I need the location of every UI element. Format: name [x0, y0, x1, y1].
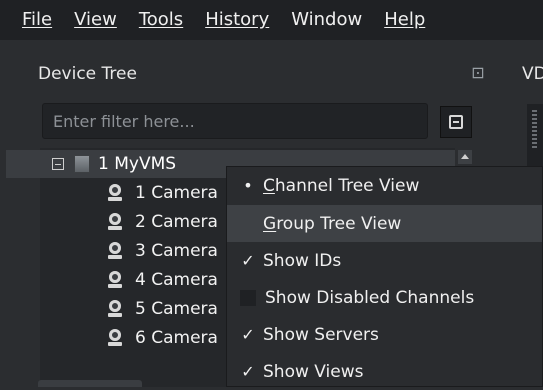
camera-icon [107, 242, 123, 260]
splitter-grip-icon[interactable] [532, 110, 537, 150]
menu-file-label: File [22, 9, 53, 30]
menu-history[interactable]: History [205, 0, 277, 40]
menu-bar: File View Tools History Window Help [0, 0, 543, 40]
tree-root-label: 1 MyVMS [98, 154, 177, 174]
menu-item-label: Show Servers [263, 324, 379, 345]
checkmark-icon: ✓ [241, 325, 255, 344]
camera-label: 2 Camera [135, 212, 218, 232]
camera-icon [107, 300, 123, 318]
menu-item-label: Show Disabled Channels [265, 287, 475, 308]
camera-label: 5 Camera [135, 299, 218, 319]
camera-label: 6 Camera [135, 328, 218, 348]
menu-item-show-disabled-channels[interactable]: Show Disabled Channels [227, 279, 542, 316]
menu-item-show-ids[interactable]: ✓ Show IDs [227, 242, 542, 279]
camera-icon [107, 184, 123, 202]
menu-view-label: View [74, 9, 117, 30]
bottom-tab[interactable] [38, 380, 142, 387]
menu-item-label: Show Views [263, 361, 364, 382]
scroll-up-icon[interactable] [458, 150, 472, 164]
menu-help-label: Help [384, 9, 426, 30]
next-panel-title: VD [522, 64, 543, 84]
server-icon [74, 155, 90, 173]
menu-item-label: Show IDs [263, 250, 342, 271]
menu-window[interactable]: Window [291, 0, 370, 40]
menu-view[interactable]: View [74, 0, 125, 40]
menu-item-show-servers[interactable]: ✓ Show Servers [227, 316, 542, 353]
menu-item-group-tree-view[interactable]: Group Tree View [227, 205, 542, 242]
menu-item-label: Group Tree View [263, 213, 402, 234]
unchecked-box-icon [240, 289, 256, 306]
camera-icon [107, 329, 123, 347]
camera-label: 1 Camera [135, 183, 218, 203]
checkmark-icon: ✓ [241, 251, 255, 270]
menu-tools[interactable]: Tools [139, 0, 191, 40]
camera-label: 3 Camera [135, 241, 218, 261]
menu-item-show-views[interactable]: ✓ Show Views [227, 353, 542, 390]
collapse-icon [449, 115, 463, 129]
camera-icon [107, 271, 123, 289]
menu-item-channel-tree-view[interactable]: • Channel Tree View [227, 167, 542, 204]
panel-menu-icon[interactable]: ⊡ [469, 64, 487, 82]
camera-icon [107, 213, 123, 231]
tree-context-menu: • Channel Tree View Group Tree View ✓ Sh… [226, 166, 543, 387]
collapse-node-icon[interactable] [52, 158, 64, 170]
menu-tools-label: Tools [138, 9, 184, 30]
collapse-all-button[interactable] [440, 106, 472, 138]
filter-input[interactable] [42, 103, 428, 139]
menu-history-label: History [205, 9, 270, 30]
panel-title: Device Tree [38, 64, 137, 84]
menu-window-label: Window [291, 9, 363, 30]
menu-item-label-rest: hannel Tree View [274, 175, 420, 196]
menu-help[interactable]: Help [384, 0, 433, 40]
camera-label: 4 Camera [135, 270, 218, 290]
menu-file[interactable]: File [22, 0, 60, 40]
radio-bullet-icon: • [243, 176, 253, 195]
menu-item-label: Channel Tree View [263, 175, 420, 196]
menu-item-label-rest: roup Tree View [276, 213, 402, 234]
checkmark-icon: ✓ [241, 362, 255, 381]
